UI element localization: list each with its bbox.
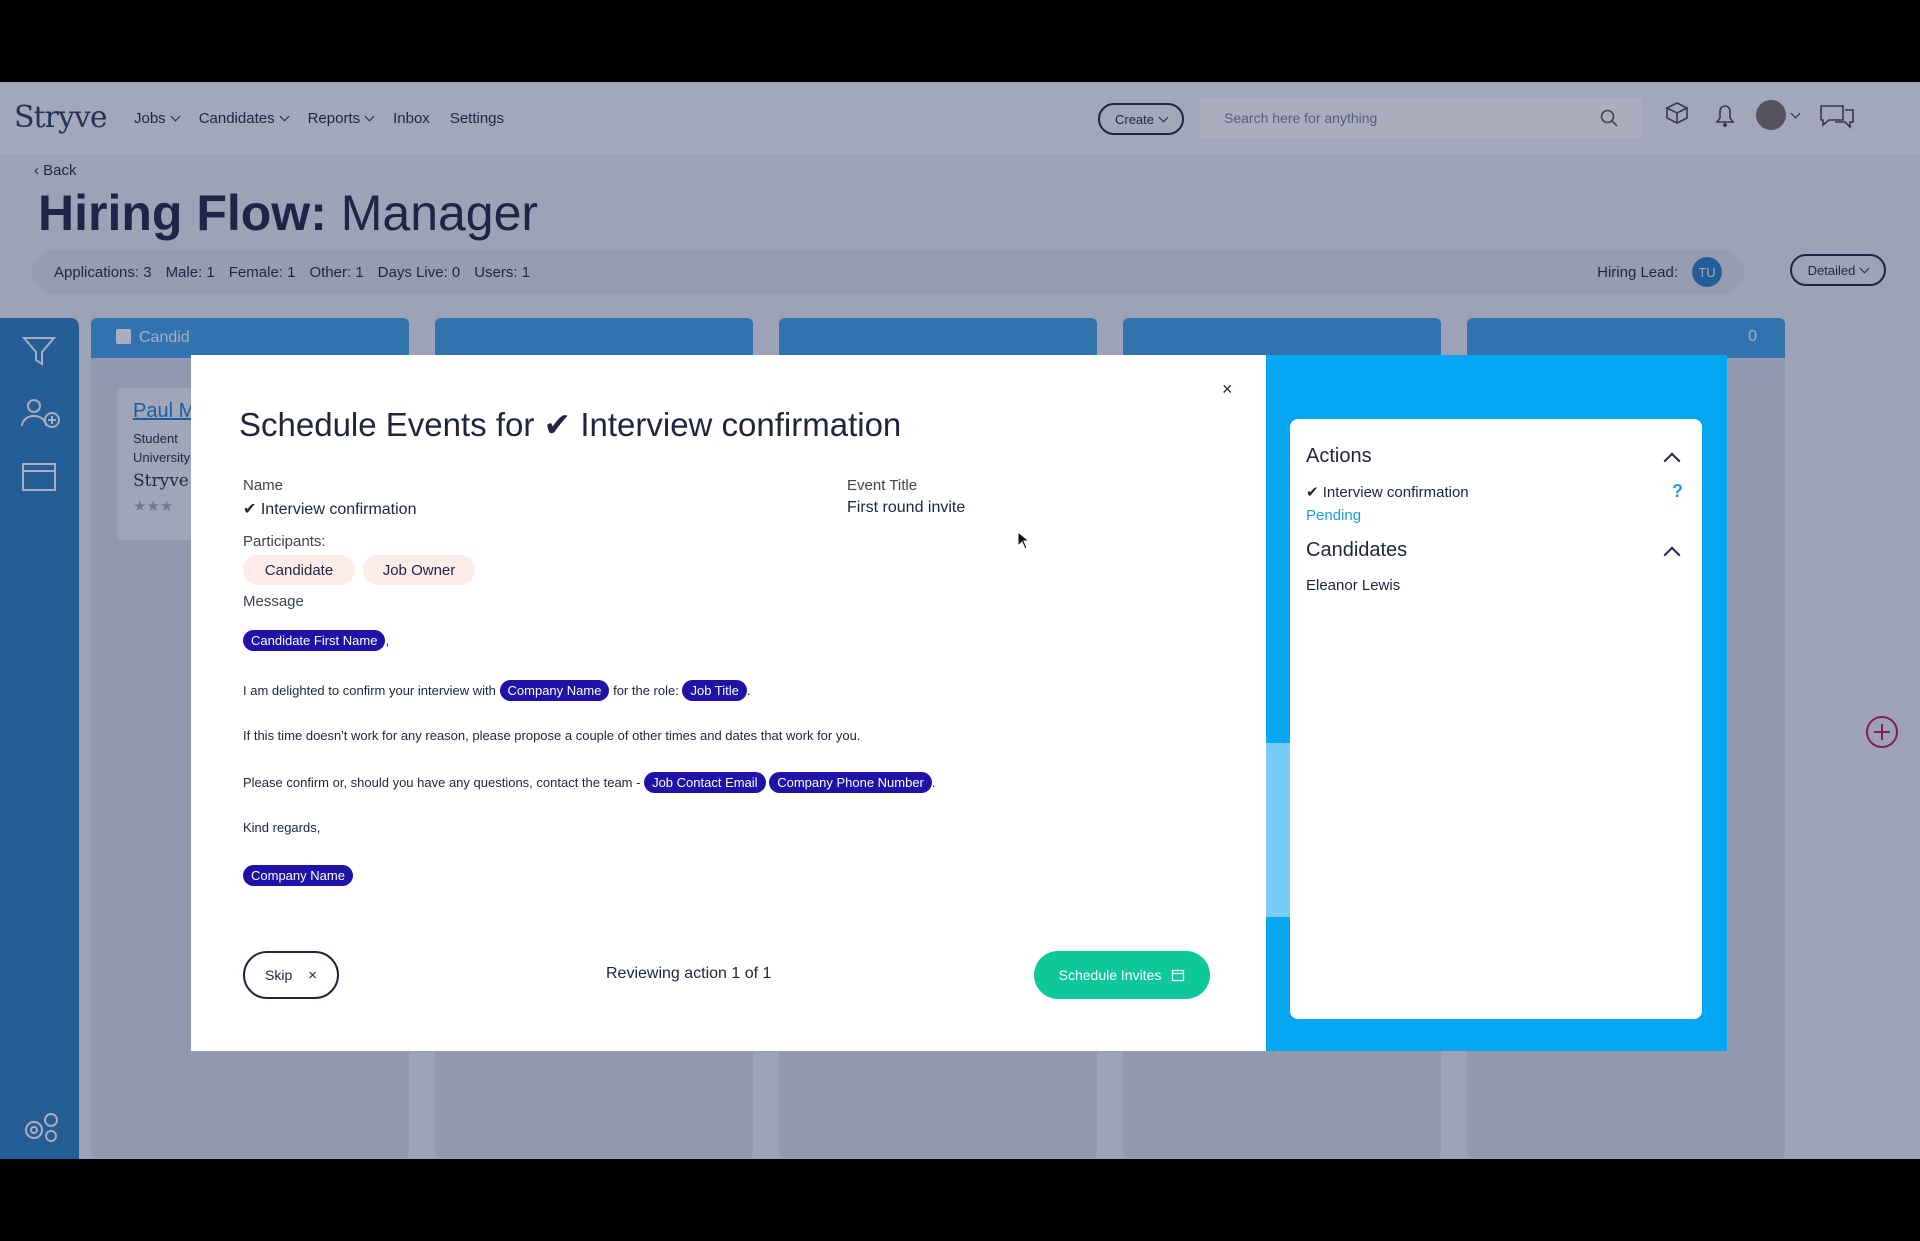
participant-chip-job-owner[interactable]: Job Owner [363, 555, 475, 585]
review-progress-text: Reviewing action 1 of 1 [606, 965, 772, 982]
message-line: Company Name [243, 865, 353, 886]
candidate-list-item[interactable]: Eleanor Lewis [1306, 577, 1400, 594]
close-icon: × [308, 966, 317, 984]
message-text: , [385, 633, 390, 648]
message-text: . [746, 683, 751, 698]
message-text: for the role: [613, 683, 679, 698]
close-icon[interactable]: × [1222, 379, 1233, 400]
merge-tag-job-title[interactable]: Job Title [682, 680, 747, 701]
merge-tag-job-contact-email[interactable]: Job Contact Email [644, 772, 766, 793]
schedule-events-modal: × Schedule Events for ✔ Interview confir… [191, 355, 1727, 1051]
candidates-title: Candidates [1306, 539, 1408, 561]
merge-tag-company-phone-number[interactable]: Company Phone Number [769, 772, 932, 793]
message-text: Please confirm or, should you have any q… [243, 775, 641, 790]
modal-side-panel: Actions ✔ Interview confirmation ? Pendi… [1266, 355, 1727, 1051]
participant-chip-candidate[interactable]: Candidate [243, 555, 355, 585]
event-title-value: First round invite [847, 499, 966, 516]
message-line: Candidate First Name, [243, 630, 389, 651]
actions-title: Actions [1306, 445, 1372, 467]
calendar-icon [1172, 969, 1185, 982]
message-label: Message [243, 593, 304, 610]
app-background: Stryve Jobs Candidates Reports Inbox Set… [0, 82, 1920, 1159]
merge-tag-company-name[interactable]: Company Name [243, 865, 353, 886]
skip-label: Skip [265, 967, 293, 983]
message-line: I am delighted to confirm your interview… [243, 680, 751, 701]
action-status: Pending [1306, 507, 1362, 524]
message-line: Please confirm or, should you have any q… [243, 772, 936, 793]
skip-button[interactable]: Skip × [243, 951, 339, 999]
schedule-label: Schedule Invites [1058, 967, 1162, 983]
message-line: Kind regards, [243, 820, 321, 835]
mouse-cursor-icon [1017, 531, 1031, 550]
collapse-actions-chevron-up-icon[interactable] [1663, 452, 1681, 470]
help-question-icon[interactable]: ? [1672, 481, 1683, 502]
modal-title: Schedule Events for ✔ Interview confirma… [239, 406, 902, 443]
name-label: Name [243, 477, 284, 494]
participants-label: Participants: [243, 533, 326, 550]
message-text: . [931, 775, 936, 790]
name-value: ✔ Interview confirmation [243, 501, 417, 518]
event-title-label: Event Title [847, 477, 918, 494]
scroll-track[interactable] [1266, 743, 1290, 917]
modal-main-panel: × Schedule Events for ✔ Interview confir… [191, 355, 1266, 1051]
collapse-candidates-chevron-up-icon[interactable] [1663, 546, 1681, 564]
schedule-invites-button[interactable]: Schedule Invites [1034, 951, 1210, 999]
merge-tag-candidate-first-name[interactable]: Candidate First Name [243, 630, 386, 651]
message-text: I am delighted to confirm your interview… [243, 683, 496, 698]
merge-tag-company-name[interactable]: Company Name [499, 680, 610, 701]
actions-panel: Actions ✔ Interview confirmation ? Pendi… [1290, 419, 1702, 1019]
message-line: If this time doesn't work for any reason… [243, 728, 861, 743]
action-item[interactable]: ✔ Interview confirmation [1306, 483, 1469, 501]
